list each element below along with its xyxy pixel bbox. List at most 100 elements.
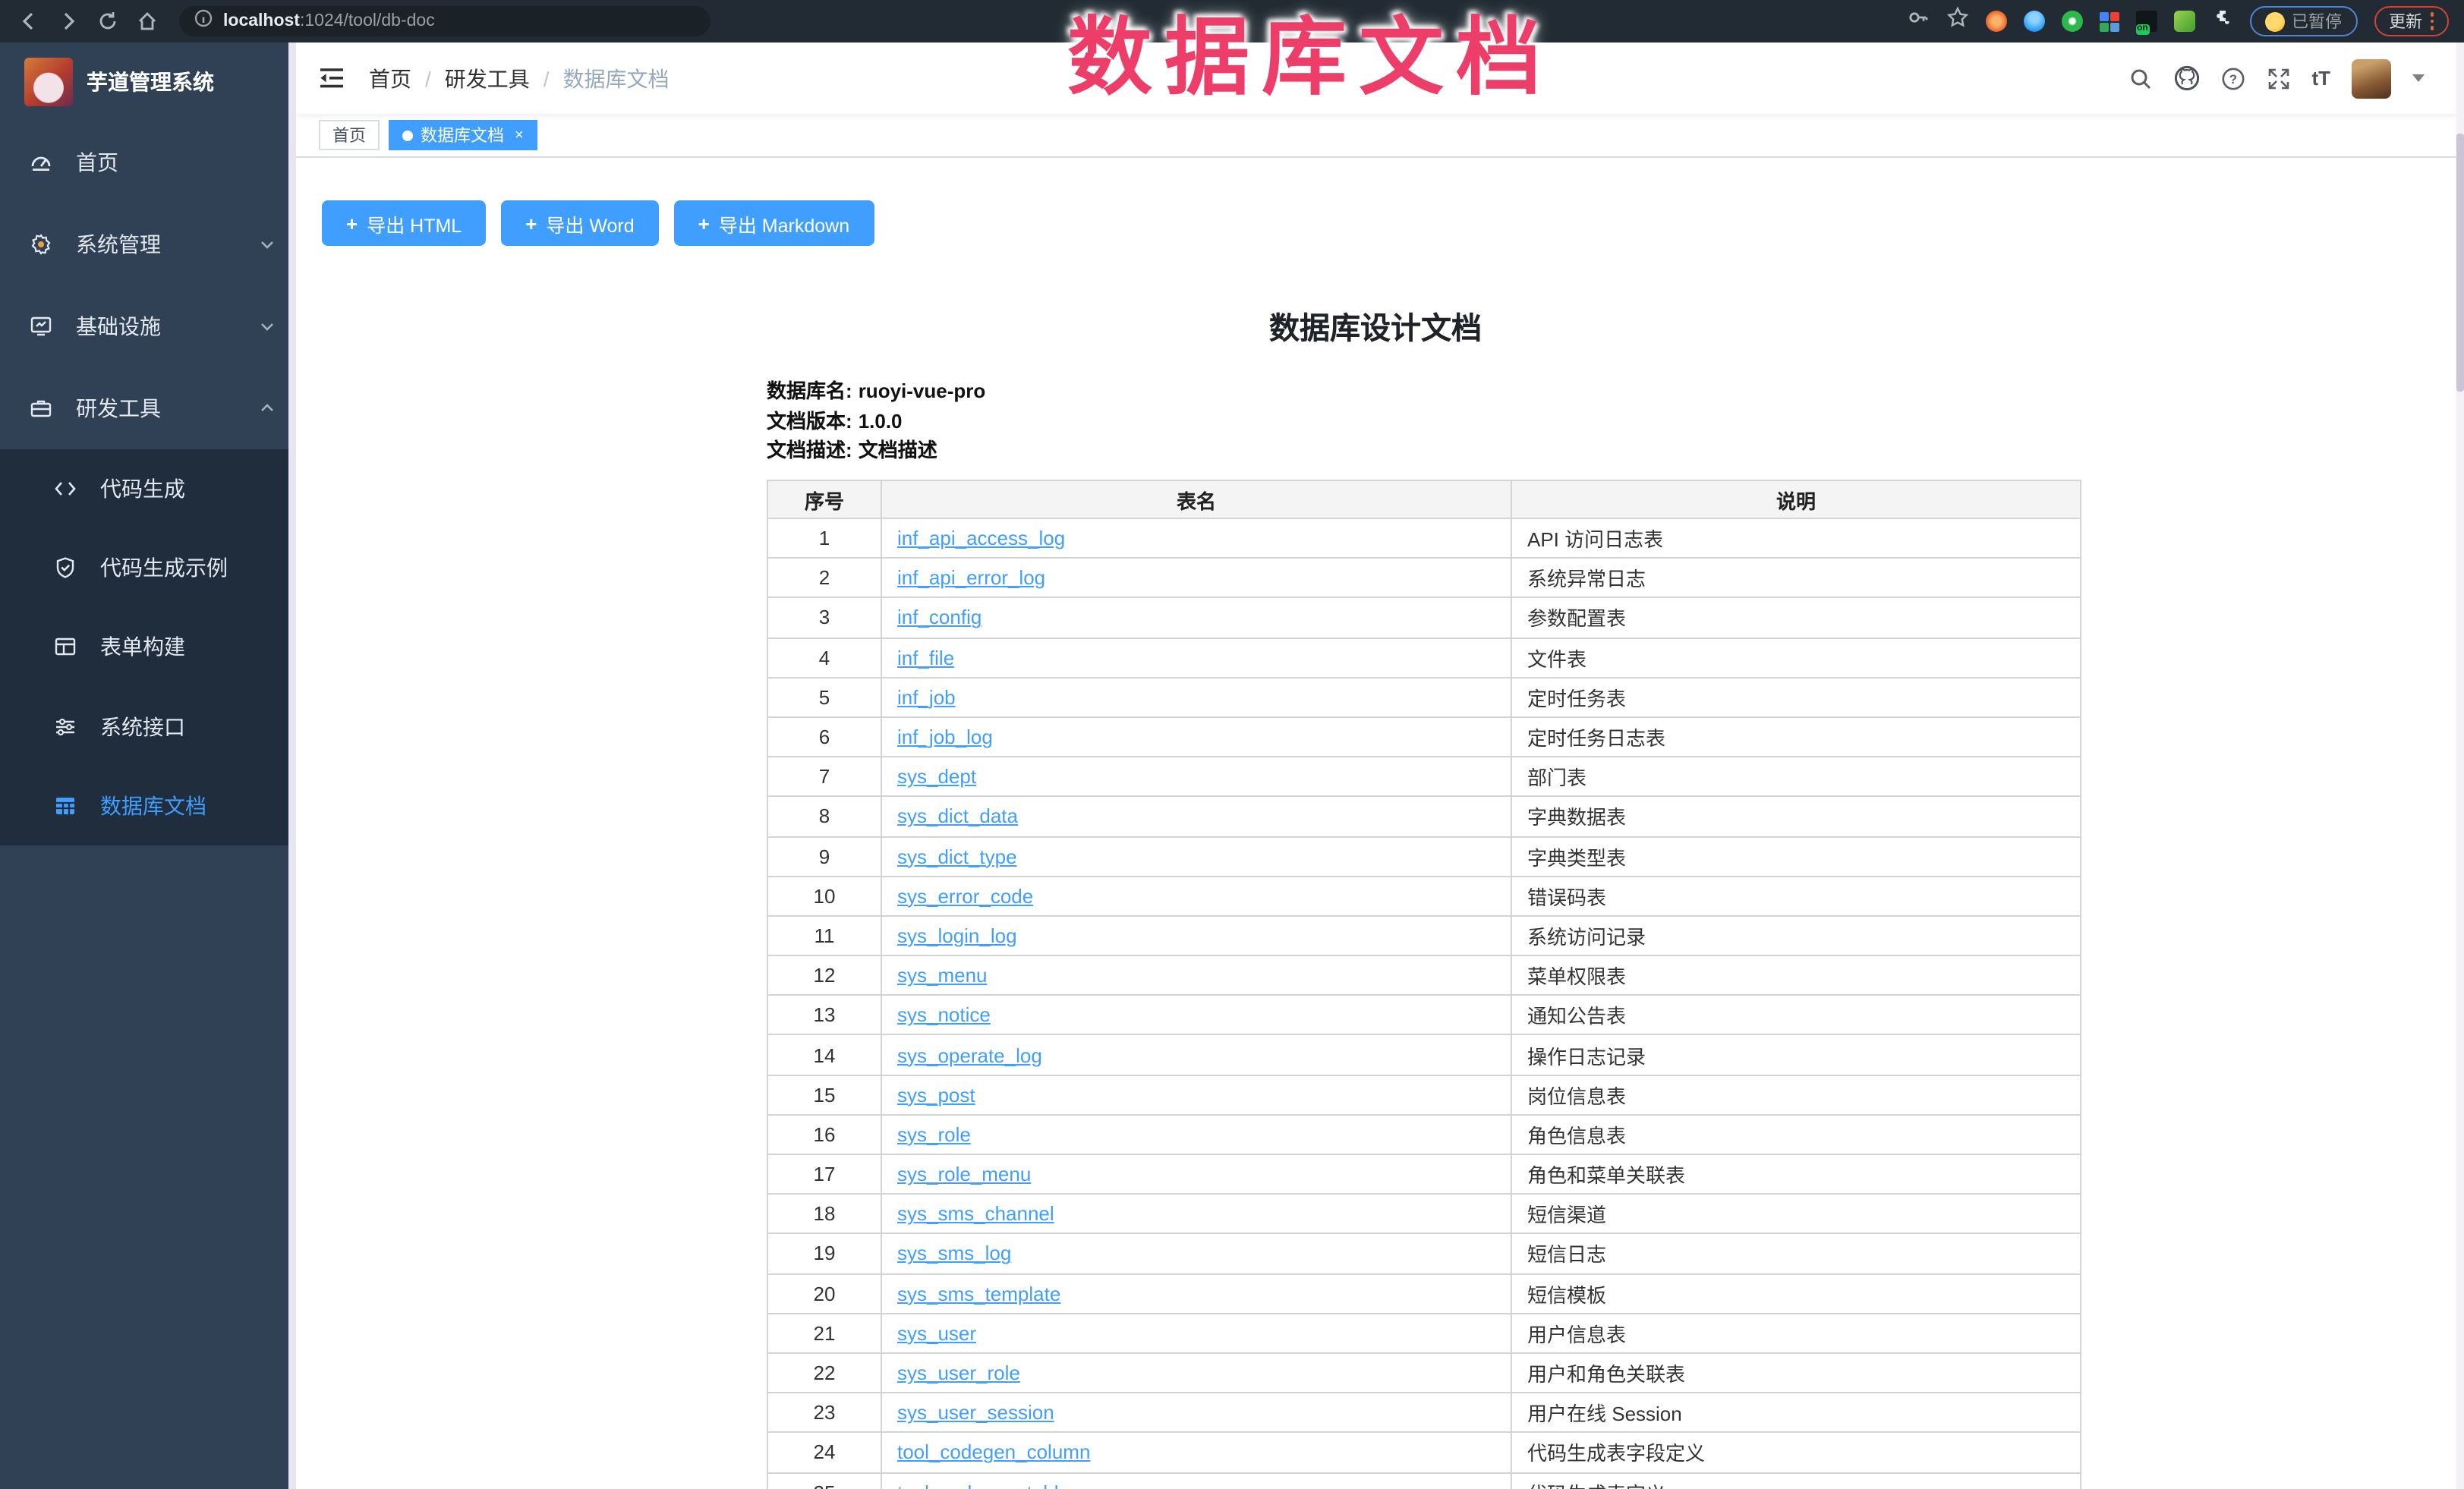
export-toolbar: +导出 HTML +导出 Word +导出 Markdown	[322, 200, 874, 246]
table-name-link[interactable]: sys_sms_template	[897, 1282, 1060, 1305]
table-row: 14sys_operate_log操作日志记录	[767, 1035, 2081, 1075]
table-row: 21sys_user用户信息表	[767, 1314, 2081, 1353]
tag-close-icon[interactable]: ×	[515, 127, 524, 143]
forward-icon[interactable]	[58, 11, 79, 32]
sidebar-item-system-api[interactable]: 系统接口	[0, 687, 296, 766]
table-row: 2inf_api_error_log系统异常日志	[767, 558, 2081, 597]
back-icon[interactable]	[18, 11, 39, 32]
row-table-name-cell: sys_role_menu	[881, 1154, 1511, 1194]
sidebar-item-devtools[interactable]: 研发工具	[0, 367, 296, 449]
github-icon[interactable]	[2173, 65, 2199, 91]
table-name-link[interactable]: inf_file	[897, 646, 954, 669]
tag-label: 数据库文档	[421, 123, 504, 147]
row-index: 19	[767, 1234, 881, 1273]
row-table-name-cell: sys_dept	[881, 757, 1511, 796]
collapse-sidebar-icon[interactable]	[319, 67, 345, 90]
paused-label: 已暂停	[2292, 9, 2342, 33]
sidebar-item-home[interactable]: 首页	[0, 121, 296, 203]
table-name-link[interactable]: sys_notice	[897, 1004, 991, 1027]
extension-icon[interactable]: on	[2135, 11, 2157, 32]
extension-puzzle-icon[interactable]	[2211, 7, 2232, 36]
row-index: 16	[767, 1115, 881, 1154]
plus-icon: +	[698, 212, 710, 235]
export-html-button[interactable]: +导出 HTML	[322, 200, 486, 246]
table-name-link[interactable]: sys_user_session	[897, 1401, 1054, 1424]
tag-db-doc[interactable]: 数据库文档 ×	[389, 120, 537, 150]
avatar-caret-down-icon[interactable]	[2412, 74, 2425, 82]
table-row: 16sys_role角色信息表	[767, 1115, 2081, 1154]
export-markdown-button[interactable]: +导出 Markdown	[674, 200, 874, 246]
home-icon[interactable]	[137, 11, 158, 32]
row-description: 系统异常日志	[1511, 558, 2081, 597]
tag-home[interactable]: 首页	[319, 120, 380, 150]
extension-icon[interactable]	[2099, 11, 2119, 31]
sidebar-item-codegen-demo[interactable]: 代码生成示例	[0, 528, 296, 607]
sidebar-item-db-doc[interactable]: 数据库文档	[0, 767, 296, 845]
table-name-link[interactable]: sys_sms_log	[897, 1242, 1011, 1265]
sidebar-scrollbar[interactable]	[288, 42, 296, 1489]
browser-menu-icon[interactable]	[2430, 13, 2434, 30]
row-description: 字典数据表	[1511, 797, 2081, 836]
table-name-link[interactable]: inf_api_access_log	[897, 527, 1065, 549]
table-name-link[interactable]: sys_post	[897, 1083, 975, 1106]
key-icon[interactable]	[1906, 6, 1929, 36]
page-scrollbar[interactable]	[2456, 42, 2464, 1489]
row-description: 代码生成表定义	[1511, 1472, 2081, 1489]
row-index: 14	[767, 1035, 881, 1075]
fullscreen-icon[interactable]	[2266, 66, 2290, 90]
scrollbar-thumb[interactable]	[2456, 134, 2464, 392]
extension-icon[interactable]	[2023, 11, 2044, 32]
search-icon[interactable]	[2128, 66, 2152, 90]
extension-icon[interactable]	[2061, 11, 2082, 32]
row-table-name-cell: sys_user	[881, 1314, 1511, 1353]
row-index: 9	[767, 836, 881, 876]
breadcrumb-home[interactable]: 首页	[369, 63, 411, 93]
svg-text:?: ?	[2229, 71, 2236, 86]
row-index: 13	[767, 996, 881, 1035]
extension-icon[interactable]	[1985, 11, 2006, 32]
table-row: 25tool_codegen_table代码生成表定义	[767, 1472, 2081, 1489]
user-avatar[interactable]	[2352, 58, 2391, 98]
table-name-link[interactable]: inf_api_error_log	[897, 567, 1045, 590]
table-name-link[interactable]: inf_job_log	[897, 726, 993, 748]
sidebar-item-label: 表单构建	[100, 632, 185, 663]
table-name-link[interactable]: tool_codegen_column	[897, 1441, 1090, 1464]
table-name-link[interactable]: sys_sms_channel	[897, 1203, 1054, 1226]
table-name-link[interactable]: sys_user_role	[897, 1362, 1020, 1384]
sidebar-item-codegen[interactable]: 代码生成	[0, 449, 296, 528]
sidebar-item-infra[interactable]: 基础设施	[0, 285, 296, 367]
table-name-link[interactable]: sys_error_code	[897, 885, 1033, 908]
bookmark-star-icon[interactable]	[1946, 6, 1968, 36]
row-index: 18	[767, 1194, 881, 1233]
sidebar-item-system[interactable]: 系统管理	[0, 203, 296, 285]
site-info-icon[interactable]	[194, 8, 213, 35]
table-row: 8sys_dict_data字典数据表	[767, 797, 2081, 836]
extension-icon[interactable]	[2173, 11, 2195, 32]
table-name-link[interactable]: inf_config	[897, 606, 982, 629]
paused-extension-pill[interactable]: 已暂停	[2249, 6, 2357, 36]
row-table-name-cell: sys_operate_log	[881, 1035, 1511, 1075]
reload-icon[interactable]	[97, 11, 118, 32]
table-name-link[interactable]: sys_dept	[897, 765, 976, 788]
browser-update-button[interactable]: 更新	[2374, 6, 2449, 36]
table-name-link[interactable]: sys_role	[897, 1123, 971, 1146]
font-size-icon[interactable]: tT	[2311, 67, 2330, 90]
table-name-link[interactable]: sys_menu	[897, 964, 988, 987]
sidebar-item-label: 基础设施	[76, 311, 161, 342]
table-name-link[interactable]: sys_operate_log	[897, 1044, 1042, 1066]
address-bar[interactable]: localhost:1024/tool/db-doc	[179, 6, 711, 36]
table-name-link[interactable]: sys_dict_type	[897, 845, 1017, 867]
table-name-link[interactable]: sys_dict_data	[897, 805, 1018, 828]
help-icon[interactable]: ?	[2220, 66, 2245, 90]
app-logo-row[interactable]: 芋道管理系统	[0, 42, 296, 121]
table-name-link[interactable]: sys_role_menu	[897, 1163, 1031, 1185]
sidebar-item-form-builder[interactable]: 表单构建	[0, 608, 296, 687]
row-index: 6	[767, 717, 881, 757]
export-word-button[interactable]: +导出 Word	[501, 200, 658, 246]
table-row: 7sys_dept部门表	[767, 757, 2081, 796]
table-name-link[interactable]: sys_user	[897, 1322, 976, 1345]
table-name-link[interactable]: tool_codegen_table	[897, 1481, 1070, 1489]
table-name-link[interactable]: inf_job	[897, 686, 956, 709]
breadcrumb-devtools[interactable]: 研发工具	[445, 63, 530, 93]
table-name-link[interactable]: sys_login_log	[897, 924, 1017, 947]
